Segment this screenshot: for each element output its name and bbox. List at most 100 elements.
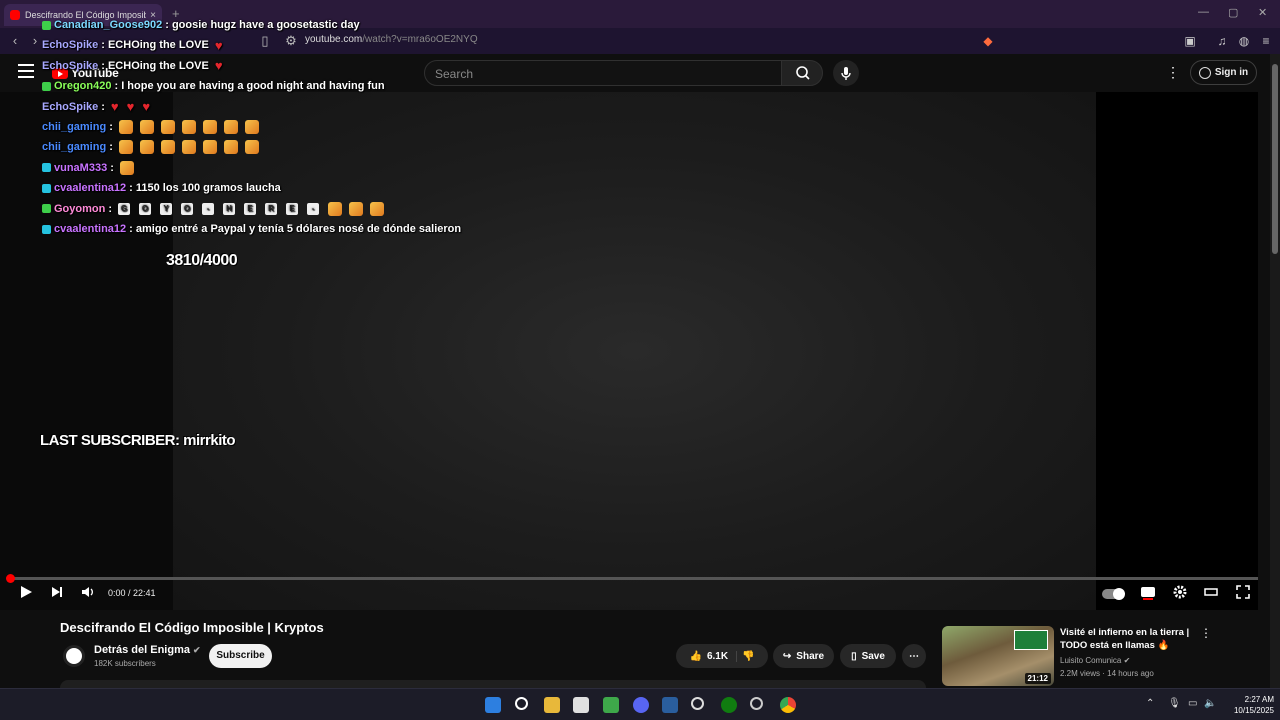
minimize-button[interactable]: —	[1198, 6, 1209, 18]
search-button[interactable]	[781, 60, 823, 86]
heart-emoji-icon: ♥	[214, 58, 223, 74]
more-icon: ⋯	[909, 650, 919, 662]
youtube-favicon-icon	[10, 10, 20, 20]
letter-emoji: R	[265, 202, 278, 215]
recommended-thumbnail[interactable]: 21:12	[942, 626, 1054, 686]
search-input[interactable]: Search	[424, 60, 782, 86]
chat-badge-icon	[42, 224, 51, 234]
browser-taskbar-icon[interactable]	[662, 697, 678, 713]
recommended-menu-icon[interactable]: ⋮	[1200, 626, 1212, 640]
chat-text: :	[110, 161, 114, 174]
settings-kebab-icon[interactable]: ⋮	[1166, 64, 1180, 81]
description-box[interactable]	[60, 680, 926, 688]
next-button[interactable]	[49, 584, 65, 604]
chrome-icon[interactable]	[780, 697, 796, 713]
autoplay-toggle[interactable]	[1102, 588, 1125, 600]
volume-button[interactable]	[80, 584, 96, 604]
app-icon[interactable]	[603, 697, 619, 713]
site-info-icon[interactable]: ⚙	[282, 32, 300, 50]
chat-username: chii_gaming	[42, 121, 107, 133]
xbox-icon[interactable]	[721, 697, 737, 713]
more-actions-button[interactable]: ⋯	[902, 644, 926, 668]
letter-emoji: E	[286, 202, 299, 215]
letter-emoji: -	[307, 202, 320, 215]
chat-username: cvaalentina12	[54, 182, 127, 195]
reader-mode-icon[interactable]: ▣	[1182, 33, 1198, 49]
thumbnail-sign-graphic	[1014, 630, 1048, 650]
speaker-icon[interactable]: 🔈	[1204, 698, 1216, 709]
thumbs-up-icon: 👍	[689, 650, 702, 662]
chat-message: Oregon420: I hope you are having a good …	[42, 77, 391, 95]
progress-bar[interactable]	[6, 574, 1258, 583]
clock-date: 10/15/2025	[1233, 706, 1274, 715]
steam-icon[interactable]	[691, 697, 704, 710]
chat-emote-icon	[160, 120, 175, 134]
share-button[interactable]: ↪ Share	[773, 644, 834, 668]
chat-emote-icon	[118, 140, 133, 155]
media-icon[interactable]: ♫	[1214, 33, 1230, 49]
video-player[interactable]: 3810/4000 LAST SUBSCRIBER: mirrkito 0:00…	[0, 92, 1258, 610]
play-button[interactable]	[18, 584, 34, 604]
recommended-title[interactable]: Visité el infierno en la tierra | TODO e…	[1060, 626, 1200, 652]
brave-shield-icon[interactable]: ◆	[980, 33, 996, 49]
channel-avatar[interactable]	[63, 645, 85, 667]
taskbar-search-icon[interactable]	[515, 697, 528, 710]
heart-emoji-icon: ♥	[214, 37, 223, 53]
obs-icon[interactable]	[750, 697, 763, 710]
hamburger-menu-icon[interactable]	[18, 64, 34, 78]
chat-badge-icon	[42, 163, 51, 173]
recommended-channel[interactable]: Luisito Comunica ✔	[1060, 656, 1130, 665]
like-button[interactable]: 👍 6.1K	[689, 650, 738, 662]
microphone-tray-icon[interactable]: 🎙	[1168, 698, 1181, 709]
captions-icon	[1141, 587, 1155, 600]
extension-icon[interactable]: ◍	[1236, 33, 1252, 49]
maximize-button[interactable]: ▢	[1228, 6, 1238, 19]
browser-menu-icon[interactable]: ≡	[1258, 33, 1274, 49]
discord-icon[interactable]	[633, 697, 649, 713]
store-icon[interactable]	[573, 697, 589, 713]
back-icon[interactable]: ‹	[6, 32, 24, 50]
scrollbar-thumb[interactable]	[1272, 64, 1278, 254]
network-icon[interactable]: ▭	[1188, 698, 1197, 709]
chat-message: Goyomon: G O Y O - H E R E -	[42, 200, 391, 218]
chat-emote-icon	[160, 140, 175, 155]
search-placeholder: Search	[435, 67, 474, 81]
play-icon	[21, 586, 32, 598]
address-bar[interactable]: youtube.com/watch?v=mra6oOE2NYQ	[305, 34, 478, 45]
subscriber-count: 182K subscribers	[94, 659, 156, 668]
thumbs-down-icon[interactable]: 👎	[742, 651, 754, 662]
chat-text: : goosie hugz have a goosetastic day	[165, 19, 360, 31]
fullscreen-icon	[1236, 585, 1250, 599]
file-explorer-icon[interactable]	[544, 697, 560, 713]
heart-emoji-icon: ♥	[142, 99, 151, 115]
chat-text: :	[109, 121, 113, 133]
captions-button[interactable]	[1139, 584, 1157, 604]
system-clock[interactable]: 2:27 AM 10/15/2025	[1222, 694, 1274, 716]
fullscreen-button[interactable]	[1235, 584, 1251, 604]
green-heart-icon	[328, 201, 343, 216]
chat-text: :	[109, 141, 113, 154]
voice-search-button[interactable]	[833, 60, 859, 86]
sign-in-button[interactable]: Sign in	[1190, 60, 1257, 85]
close-window-button[interactable]: ✕	[1258, 6, 1267, 19]
letter-emoji: H	[223, 202, 236, 215]
heart-emoji-icon: ♥	[110, 99, 119, 115]
sunglasses-emoji-icon	[349, 201, 364, 216]
like-dislike-group: 👍 6.1K 👎	[676, 644, 768, 668]
progress-scrubber[interactable]	[6, 574, 15, 583]
chat-emote-icon	[202, 140, 217, 155]
video-frame	[173, 92, 1096, 610]
gear-icon	[1173, 585, 1187, 599]
subscribe-button[interactable]: Subscribe	[209, 644, 272, 668]
chat-emote-icon	[139, 140, 154, 155]
bookmark-icon[interactable]: ▯	[256, 32, 274, 50]
theater-mode-button[interactable]	[1203, 584, 1219, 604]
chat-badge-icon	[42, 183, 51, 193]
tray-chevron-icon[interactable]: ⌃	[1146, 698, 1154, 709]
settings-button[interactable]	[1171, 584, 1189, 604]
start-menu-icon[interactable]	[485, 697, 501, 713]
letter-emoji: Y	[160, 202, 173, 215]
channel-name[interactable]: Detrás del Enigma ✔	[94, 644, 201, 656]
save-button[interactable]: ▯ Save	[840, 644, 896, 668]
page-scrollbar[interactable]	[1270, 54, 1280, 688]
